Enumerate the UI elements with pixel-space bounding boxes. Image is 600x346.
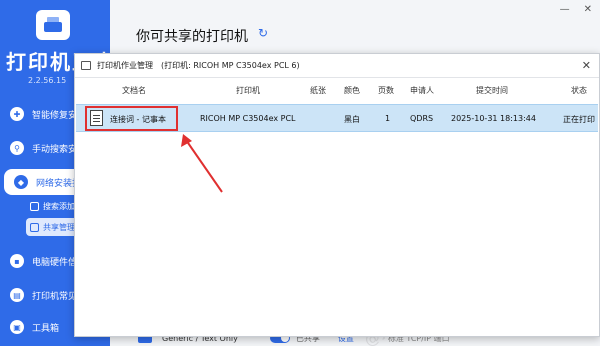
job-submitted: 2025-10-31 18:13:44 bbox=[451, 114, 536, 123]
search-add-icon bbox=[30, 201, 39, 211]
refresh-icon[interactable]: ↻ bbox=[258, 26, 268, 40]
job-requester: QDRS bbox=[410, 114, 434, 123]
job-pages: 1 bbox=[385, 114, 391, 123]
wrench-icon: ✚ bbox=[10, 107, 24, 121]
hardware-icon: ▪ bbox=[10, 254, 24, 268]
dialog-title: 打印机作业管理 bbox=[97, 61, 153, 70]
minimize-button[interactable]: — bbox=[560, 4, 570, 15]
print-job-dialog: 打印机作业管理 (打印机: RICOH MP C3504ex PCL 6) ✕ bbox=[74, 53, 600, 337]
toolbox-icon: ▣ bbox=[10, 320, 24, 334]
column-header-printer[interactable]: 打印机 bbox=[236, 85, 260, 96]
highlight-box bbox=[85, 106, 178, 131]
column-header-document[interactable]: 文档名 bbox=[122, 85, 146, 96]
column-header-pages[interactable]: 页数 bbox=[378, 85, 394, 96]
window-controls: — ✕ bbox=[560, 4, 592, 15]
search-icon: ⚲ bbox=[10, 141, 24, 155]
column-header-status[interactable]: 状态 bbox=[571, 85, 587, 96]
printer-icon: ▤ bbox=[10, 288, 24, 302]
job-color: 黑白 bbox=[344, 115, 360, 124]
sidebar-item-label: 工具箱 bbox=[32, 323, 60, 334]
column-header-paper[interactable]: 纸张 bbox=[310, 85, 326, 96]
sidebar-subitem-label: 共享管理 bbox=[43, 222, 75, 232]
close-button[interactable]: ✕ bbox=[584, 4, 592, 15]
page-title: 你可共享的打印机 bbox=[136, 29, 248, 45]
app-logo-icon bbox=[36, 10, 70, 40]
column-header-submitted[interactable]: 提交时间 bbox=[476, 85, 508, 96]
network-icon: ◆ bbox=[14, 175, 28, 189]
app-version: 2.2.56.15 bbox=[28, 76, 67, 85]
job-printer: RICOH MP C3504ex PCL bbox=[200, 114, 296, 123]
window-icon bbox=[81, 61, 91, 70]
dialog-titlebar[interactable]: 打印机作业管理 (打印机: RICOH MP C3504ex PCL 6) ✕ bbox=[75, 54, 599, 78]
column-header-color[interactable]: 颜色 bbox=[344, 85, 360, 96]
close-icon[interactable]: ✕ bbox=[582, 59, 591, 72]
column-header-requester[interactable]: 申请人 bbox=[410, 85, 434, 96]
job-status: 正在打印 bbox=[563, 115, 595, 124]
dialog-printer-name: (打印机: RICOH MP C3504ex PCL 6) bbox=[161, 61, 300, 70]
cloud-icon bbox=[30, 222, 39, 232]
